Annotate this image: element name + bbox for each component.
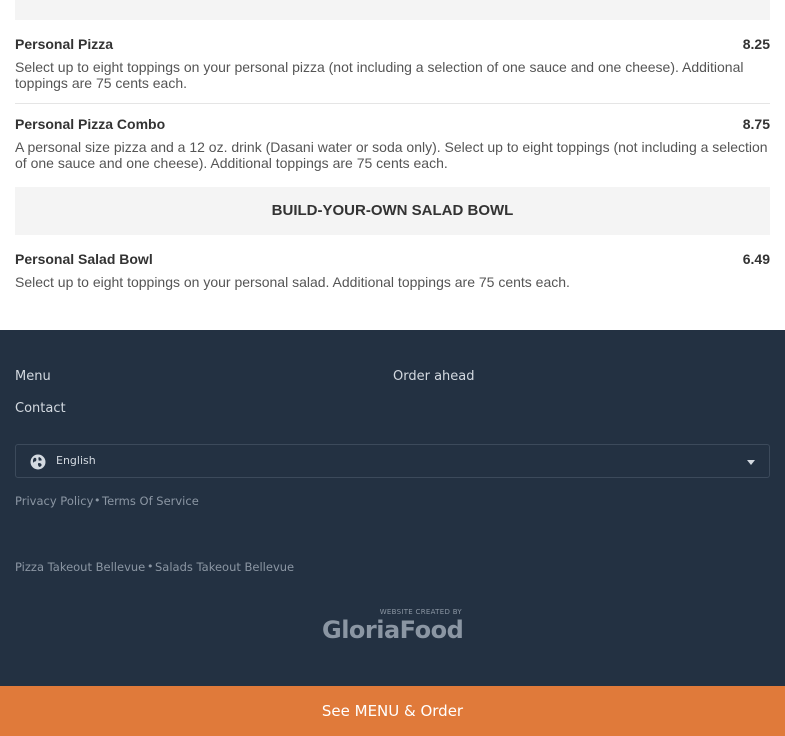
item-price: 6.49 (742, 251, 770, 267)
language-select[interactable]: English (15, 444, 770, 478)
globe-icon (30, 454, 46, 470)
gloriafood-logo[interactable]: WEBSITE CREATED BY GloriaFood (322, 608, 464, 646)
terms-of-service-link[interactable]: Terms Of Service (102, 494, 199, 508)
menu-item-personal-pizza[interactable]: Personal Pizza 8.25 Select up to eight t… (15, 36, 770, 92)
separator-dot: • (94, 494, 101, 507)
item-name: Personal Pizza (15, 36, 114, 52)
menu-area: BUILD-YOUR-OWN PIZZA Personal Pizza 8.25… (0, 0, 785, 330)
item-name: Personal Salad Bowl (15, 251, 153, 267)
logo-caption: WEBSITE CREATED BY (379, 608, 462, 616)
item-name: Personal Pizza Combo (15, 116, 166, 132)
section-header-salad: BUILD-YOUR-OWN SALAD BOWL (15, 187, 770, 235)
item-description: Select up to eight toppings on your pers… (15, 274, 570, 290)
see-menu-order-button[interactable]: See MENU & Order (0, 686, 785, 736)
menu-item-personal-pizza-combo[interactable]: Personal Pizza Combo 8.75 A personal siz… (15, 116, 770, 172)
logo-brand: GloriaFood (322, 616, 464, 644)
privacy-policy-link[interactable]: Privacy Policy (15, 494, 93, 508)
menu-item-personal-salad-bowl[interactable]: Personal Salad Bowl 6.49 Select up to ei… (15, 251, 770, 291)
pizza-takeout-link[interactable]: Pizza Takeout Bellevue (15, 560, 145, 574)
chevron-down-icon (747, 460, 755, 465)
footer-link-contact[interactable]: Contact (15, 401, 66, 416)
footer-link-order-ahead[interactable]: Order ahead (393, 369, 475, 384)
item-price: 8.75 (742, 116, 770, 132)
divider (15, 103, 770, 104)
footer: Menu Order ahead Contact English Privacy… (0, 330, 785, 686)
language-label: English (56, 454, 96, 467)
item-description: Select up to eight toppings on your pers… (15, 59, 744, 91)
salads-takeout-link[interactable]: Salads Takeout Bellevue (155, 560, 294, 574)
section-header-pizza: BUILD-YOUR-OWN PIZZA (15, 0, 770, 20)
item-price: 8.25 (742, 36, 770, 52)
footer-link-menu[interactable]: Menu (15, 369, 51, 384)
item-description: A personal size pizza and a 12 oz. drink… (15, 139, 768, 171)
separator-dot: • (147, 560, 154, 573)
